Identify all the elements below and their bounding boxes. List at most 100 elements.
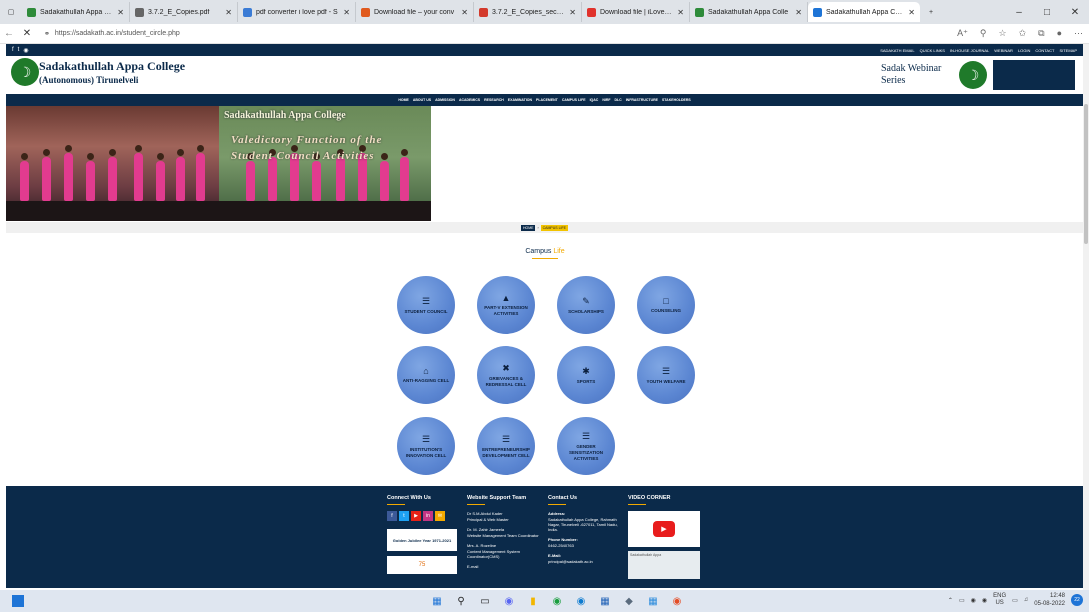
menu-item[interactable]: EXAMINATION <box>508 98 532 102</box>
windows-start-icon[interactable] <box>12 595 24 607</box>
footer-social-icon[interactable]: f <box>387 511 397 521</box>
menu-item[interactable]: NIRF <box>602 98 610 102</box>
profile-icon[interactable]: ● <box>1057 28 1062 39</box>
new-tab-button[interactable]: + <box>920 0 942 24</box>
tab-close-icon[interactable]: ✕ <box>569 8 576 17</box>
webinar-banner[interactable]: Sadak Webinar Series ☽ <box>875 60 1075 90</box>
campus-life-circle[interactable]: ▲ PART-V EXTENSION ACTIVITIES <box>477 276 535 334</box>
browser-tab[interactable]: Sadakathullah Appa Colle ✕ <box>808 2 920 22</box>
language-indicator[interactable]: ENG US <box>993 593 1006 607</box>
photos-icon[interactable]: ▦ <box>646 594 660 608</box>
tab-close-icon[interactable]: ✕ <box>908 8 915 17</box>
footer-social-icon[interactable]: ▶ <box>411 511 421 521</box>
display-icon[interactable]: ▭ <box>1012 597 1018 604</box>
tab-actions-icon[interactable]: ▢ <box>0 0 22 24</box>
top-link[interactable]: QUICK LINKS <box>920 48 945 53</box>
menu-item[interactable]: ADMISSION <box>435 98 455 102</box>
browser-tab[interactable]: pdf converter i love pdf - S ✕ <box>238 2 356 22</box>
collections-icon[interactable]: ⧉ <box>1038 28 1044 39</box>
top-link[interactable]: WEBINAR <box>994 48 1013 53</box>
twitter-icon[interactable]: t <box>18 47 20 54</box>
tab-close-icon[interactable]: ✕ <box>677 8 684 17</box>
tab-title: 3.7.2_E_Copies_second hal <box>492 8 566 16</box>
favorites-icon[interactable]: ✩ <box>1019 28 1027 39</box>
menu-item[interactable]: STAKEHOLDERS <box>662 98 691 102</box>
close-window-button[interactable]: ✕ <box>1061 7 1089 18</box>
url-field[interactable]: ⚭ https://sadakath.ac.in/student_circle.… <box>44 30 180 38</box>
browser-app-icon[interactable]: ◉ <box>670 594 684 608</box>
menu-item[interactable]: ACADEMICS <box>459 98 480 102</box>
chat-icon[interactable]: ◉ <box>502 594 516 608</box>
top-link[interactable]: SITEMAP <box>1059 48 1077 53</box>
notification-badge[interactable]: 22 <box>1071 594 1083 606</box>
search-icon[interactable]: ⚲ <box>454 594 468 608</box>
instagram-icon[interactable]: ◉ <box>23 47 28 54</box>
back-icon[interactable]: ← <box>0 28 18 39</box>
menu-icon[interactable]: ⋯ <box>1074 28 1083 39</box>
campus-life-circle[interactable]: ✎ SCHOLARSHIPS <box>557 276 615 334</box>
scrollbar-thumb[interactable] <box>1084 104 1088 244</box>
college-logo[interactable]: ☽ <box>11 58 39 86</box>
menu-item[interactable]: ABOUT US <box>413 98 431 102</box>
campus-life-circle[interactable]: ✖ GRIEVANCES & REDRESSAL CELL <box>477 346 535 404</box>
volume-icon[interactable]: ♫ <box>1024 597 1029 603</box>
browser-tab[interactable]: Download file – your conv ✕ <box>356 2 474 22</box>
youtube-video[interactable]: ▶ <box>628 511 700 547</box>
favorite-icon[interactable]: ☆ <box>999 28 1007 39</box>
campus-life-circle[interactable]: □ COUNSELING <box>637 276 695 334</box>
campus-life-circle[interactable]: ☰ YOUTH WELFARE <box>637 346 695 404</box>
chrome-icon[interactable]: ◉ <box>550 594 564 608</box>
top-link[interactable]: SADAKATH EMAIL <box>880 48 914 53</box>
page-scrollbar[interactable] <box>1083 44 1089 590</box>
footer-social-icon[interactable]: ✉ <box>435 511 445 521</box>
zoom-icon[interactable]: ⚲ <box>980 28 987 39</box>
campus-life-circle[interactable]: ☰ GENDER SENSITIZATION ACTIVITIES <box>557 417 615 475</box>
network-icon[interactable]: ◉ <box>971 597 976 604</box>
top-link[interactable]: CONTACT <box>1035 48 1054 53</box>
tray-chevron-icon[interactable]: ⌃ <box>948 597 953 604</box>
task-view-icon[interactable]: ▭ <box>478 594 492 608</box>
campus-life-circle[interactable]: ☰ STUDENT COUNCIL <box>397 276 455 334</box>
tray-app-icon[interactable]: ▭ <box>959 597 965 604</box>
tray-shield-icon[interactable]: ◉ <box>982 597 987 604</box>
campus-life-circle[interactable]: ✱ SPORTS <box>557 346 615 404</box>
menu-item[interactable]: DLC <box>614 98 621 102</box>
top-link[interactable]: LOGIN <box>1018 48 1030 53</box>
menu-item[interactable]: RESEARCH <box>484 98 504 102</box>
restore-button[interactable]: □ <box>1033 7 1061 18</box>
read-aloud-icon[interactable]: A⁺ <box>957 28 968 39</box>
top-link[interactable]: IN-HOUSE JOURNAL <box>950 48 989 53</box>
campus-life-circle[interactable]: ☰ ENTREPRENEURSHIP DEVELOPMENT CELL <box>477 417 535 475</box>
clock[interactable]: 12:48 05-08-2022 <box>1034 592 1065 608</box>
start-menu-icon[interactable]: ▦ <box>430 594 444 608</box>
campus-life-circle[interactable]: ⌂ ANTI-RAGGING CELL <box>397 346 455 404</box>
tab-close-icon[interactable]: ✕ <box>225 8 232 17</box>
location-map[interactable]: Sadakathullah Appa <box>628 551 700 579</box>
tab-close-icon[interactable]: ✕ <box>343 8 350 17</box>
browser-tab[interactable]: Sadakathullah Appa Colle ✕ <box>690 2 808 22</box>
edge-icon[interactable]: ◉ <box>574 594 588 608</box>
footer-social-icon[interactable]: t <box>399 511 409 521</box>
browser-tab[interactable]: 3.7.2_E_Copies.pdf ✕ <box>130 2 238 22</box>
menu-item[interactable]: HOME <box>398 98 409 102</box>
browser-tab[interactable]: 3.7.2_E_Copies_second hal✕ <box>474 2 582 22</box>
browser-tab[interactable]: Download file | iLovePDF ✕ <box>582 2 690 22</box>
footer-social-icon[interactable]: in <box>423 511 433 521</box>
menu-item[interactable]: CAMPUS LIFE <box>562 98 586 102</box>
play-icon[interactable]: ▶ <box>653 521 675 537</box>
tab-close-icon[interactable]: ✕ <box>795 8 802 17</box>
file-explorer-icon[interactable]: ▮ <box>526 594 540 608</box>
tab-close-icon[interactable]: ✕ <box>461 8 468 17</box>
tab-close-icon[interactable]: ✕ <box>117 8 124 17</box>
breadcrumb-home[interactable]: HOME <box>520 224 536 231</box>
facebook-icon[interactable]: f <box>12 47 14 54</box>
minimize-button[interactable]: – <box>1005 7 1033 18</box>
campus-life-circle[interactable]: ☰ INSTITUTION'S INNOVATION CELL <box>397 417 455 475</box>
menu-item[interactable]: INFRASTRUCTURE <box>626 98 658 102</box>
browser-tab[interactable]: Sadakathullah Appa Colle ✕ <box>22 2 130 22</box>
menu-item[interactable]: IQAC <box>590 98 599 102</box>
reload-icon[interactable]: ✕ <box>18 28 36 39</box>
app-icon[interactable]: ◆ <box>622 594 636 608</box>
store-icon[interactable]: ▦ <box>598 594 612 608</box>
menu-item[interactable]: PLACEMENT <box>536 98 558 102</box>
